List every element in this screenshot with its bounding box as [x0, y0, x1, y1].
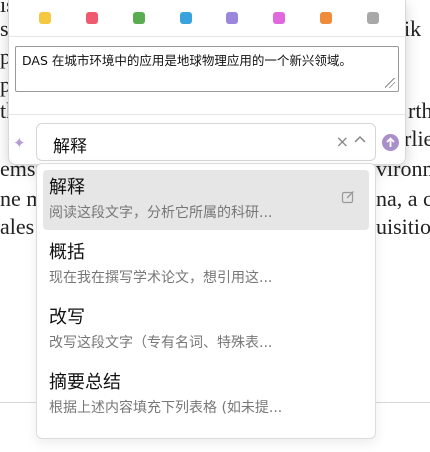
option-description: 阅读这段文字，分析它所属的科研... [49, 205, 273, 221]
option-title: 解释 [49, 177, 85, 198]
option-title: 改写 [49, 307, 85, 328]
edit-icon[interactable] [341, 190, 355, 204]
color-picker [39, 12, 379, 26]
doc-line: uisition [376, 214, 430, 239]
option-description: 根据上述内容填充下列表格 (如未提... [49, 400, 283, 416]
dropdown-option-abstract[interactable]: 摘要总结 根据上述内容填充下列表格 (如未提... [43, 365, 369, 425]
dropdown-option-explain[interactable]: 解释 阅读这段文字，分析它所属的科研... [43, 170, 369, 230]
doc-line: ales [0, 214, 35, 239]
doc-line: na, a c [376, 186, 430, 211]
divider [9, 114, 405, 115]
dropdown-option-summarize[interactable]: 概括 现在我在撰写学术论文，想引用这... [43, 235, 369, 295]
note-text: DAS 在城市环境中的应用是地球物理应用的一个新兴领域。 [22, 53, 352, 68]
divider [9, 36, 405, 37]
sparkle-icon: ✦ [13, 134, 26, 152]
option-title: 概括 [49, 242, 85, 263]
resize-handle-icon[interactable] [385, 78, 395, 88]
option-description: 现在我在撰写学术论文，想引用这... [49, 270, 273, 286]
color-swatch-blue[interactable] [179, 12, 192, 24]
color-swatch-green[interactable] [132, 12, 145, 24]
option-title: 摘要总结 [49, 372, 121, 393]
prompt-dropdown: 解释 阅读这段文字，分析它所属的科研... 概括 现在我在撰写学术论文，想引用这… [36, 163, 376, 439]
doc-line: rth [408, 98, 430, 123]
color-swatch-yellow[interactable] [39, 12, 51, 24]
chevron-up-icon[interactable] [353, 133, 367, 147]
doc-line: ik [404, 16, 422, 41]
doc-line: rlie [404, 126, 430, 151]
prompt-input[interactable]: 解释 × [36, 123, 376, 161]
color-swatch-red[interactable] [85, 12, 98, 24]
send-icon[interactable] [382, 134, 399, 151]
color-swatch-orange[interactable] [320, 12, 333, 24]
prompt-input-value: 解释 [53, 137, 87, 157]
color-swatch-purple[interactable] [226, 12, 239, 24]
dropdown-option-rewrite[interactable]: 改写 改写这段文字（专有名词、特殊表... [43, 300, 369, 360]
note-textarea[interactable]: DAS 在城市环境中的应用是地球物理应用的一个新兴领域。 [15, 46, 399, 92]
color-swatch-gray[interactable] [366, 12, 379, 24]
color-swatch-magenta[interactable] [273, 12, 286, 24]
option-description: 改写这段文字（专有名词、特殊表... [49, 335, 273, 351]
clear-icon[interactable]: × [336, 132, 349, 151]
